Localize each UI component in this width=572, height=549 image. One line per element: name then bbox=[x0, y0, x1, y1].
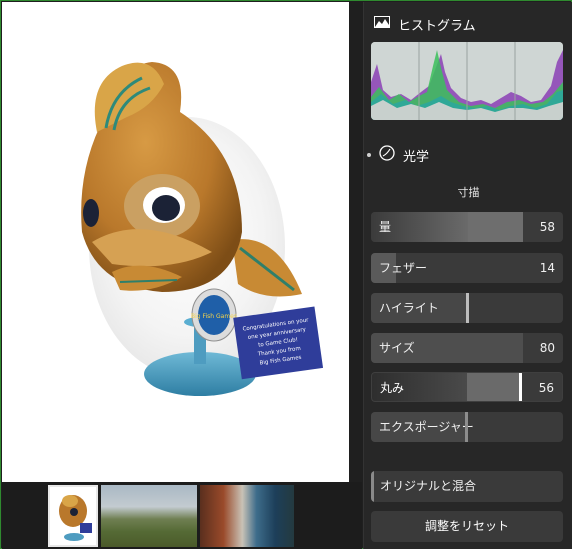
badge-text: Big Fish Games bbox=[191, 313, 237, 320]
amount-slider-track bbox=[468, 212, 523, 242]
filmstrip bbox=[2, 482, 362, 549]
roundness-slider-track bbox=[467, 373, 519, 401]
reset-adjustments-button[interactable]: 調整をリセット bbox=[371, 511, 563, 542]
exposure-slider[interactable]: エクスポージャー bbox=[371, 412, 563, 442]
roundness-value: 56 bbox=[538, 381, 554, 395]
blend-with-original-slider[interactable]: オリジナルと混合 bbox=[371, 471, 563, 502]
highlights-label: ハイライト bbox=[379, 301, 439, 315]
thumbnail-fish[interactable] bbox=[48, 485, 98, 547]
exposure-label: エクスポージャー bbox=[379, 420, 474, 434]
vignette-subheading: 寸描 bbox=[457, 186, 480, 199]
exposure-slider-thumb[interactable] bbox=[465, 412, 468, 442]
optics-title: 光学 bbox=[403, 149, 430, 165]
histogram-graph bbox=[371, 42, 563, 120]
thumbnail-waterfall[interactable] bbox=[200, 485, 294, 547]
app-window: Big Fish Games Congratulations on your o… bbox=[0, 0, 572, 549]
size-label: サイズ bbox=[379, 341, 415, 355]
amount-value: 58 bbox=[539, 220, 555, 234]
thumbnail-mountains[interactable] bbox=[101, 485, 197, 547]
section-bullet bbox=[367, 153, 371, 157]
blend-slider-thumb[interactable] bbox=[371, 471, 374, 502]
optics-section-header[interactable]: 光学 bbox=[367, 144, 429, 166]
size-value: 80 bbox=[539, 341, 555, 355]
roundness-slider-thumb[interactable] bbox=[519, 373, 522, 401]
histogram-header[interactable]: ヒストグラム bbox=[374, 14, 476, 34]
adjustments-panel: ヒストグラム 光学 寸描 量 58 フェザー 14 ハイライト サイズ 80 丸… bbox=[363, 2, 572, 549]
amount-slider[interactable]: 量 58 bbox=[371, 212, 563, 242]
highlights-slider[interactable]: ハイライト bbox=[371, 293, 563, 323]
amount-label: 量 bbox=[379, 220, 392, 234]
histogram-title: ヒストグラム bbox=[398, 18, 476, 34]
size-slider[interactable]: サイズ 80 bbox=[371, 333, 563, 363]
blend-label: オリジナルと混合 bbox=[380, 479, 477, 493]
fish-plush-photo: Big Fish Games Congratulations on your o… bbox=[2, 2, 349, 482]
highlights-slider-thumb[interactable] bbox=[466, 293, 469, 323]
histogram-icon bbox=[374, 16, 390, 32]
feather-label: フェザー bbox=[379, 261, 428, 275]
photo-viewer: Big Fish Games Congratulations on your o… bbox=[2, 2, 349, 482]
roundness-label: 丸み bbox=[380, 381, 405, 395]
feather-slider[interactable]: フェザー 14 bbox=[371, 253, 563, 283]
roundness-slider[interactable]: 丸み 56 bbox=[371, 372, 563, 402]
feather-value: 14 bbox=[539, 261, 555, 275]
optics-icon bbox=[379, 145, 395, 165]
